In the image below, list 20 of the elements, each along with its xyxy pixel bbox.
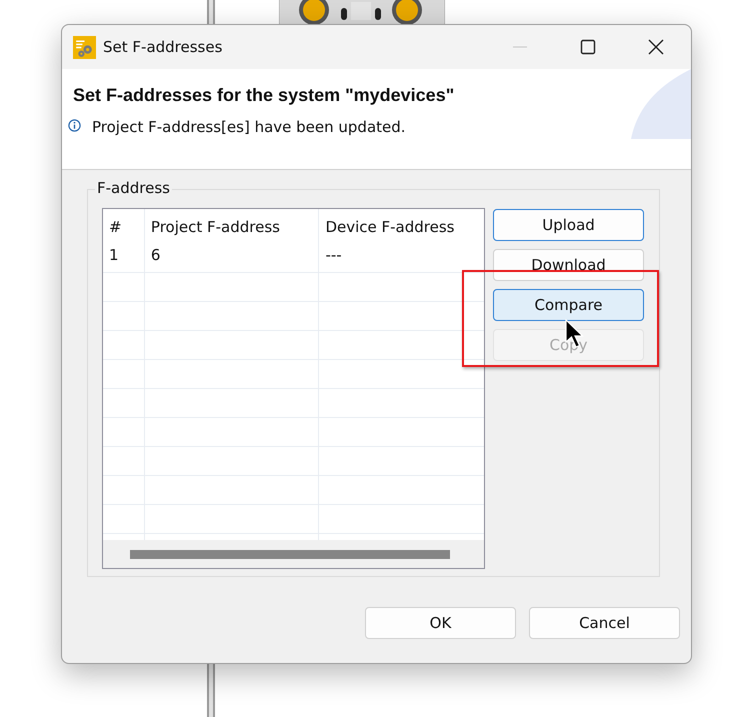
table-cell: 6	[144, 244, 320, 272]
close-icon[interactable]	[648, 39, 664, 55]
header-decoration	[631, 69, 691, 139]
scrollbar-thumb[interactable]	[130, 550, 450, 558]
column-header[interactable]: Project F-address	[144, 209, 320, 244]
gears-icon	[73, 36, 96, 58]
dialog-button[interactable]: OK	[365, 607, 516, 639]
column-header[interactable]: Device F-address	[319, 209, 484, 244]
action-button[interactable]: Upload	[493, 209, 644, 241]
table-cell-text: ---	[324, 245, 343, 266]
dialog-heading: Set F-addresses for the system "mydevices"	[73, 85, 456, 106]
action-button[interactable]: Download	[493, 249, 644, 281]
info-icon	[68, 119, 81, 132]
window-title: Set F-addresses	[103, 38, 222, 56]
maximize-icon[interactable]	[580, 39, 596, 55]
table-cell: 1	[103, 244, 145, 272]
dialog-button[interactable]: Cancel	[529, 607, 680, 639]
status-message: Project F-address[es] have been updated.	[92, 118, 406, 136]
action-button[interactable]: Compare	[493, 289, 644, 321]
column-header[interactable]: #	[103, 209, 145, 244]
